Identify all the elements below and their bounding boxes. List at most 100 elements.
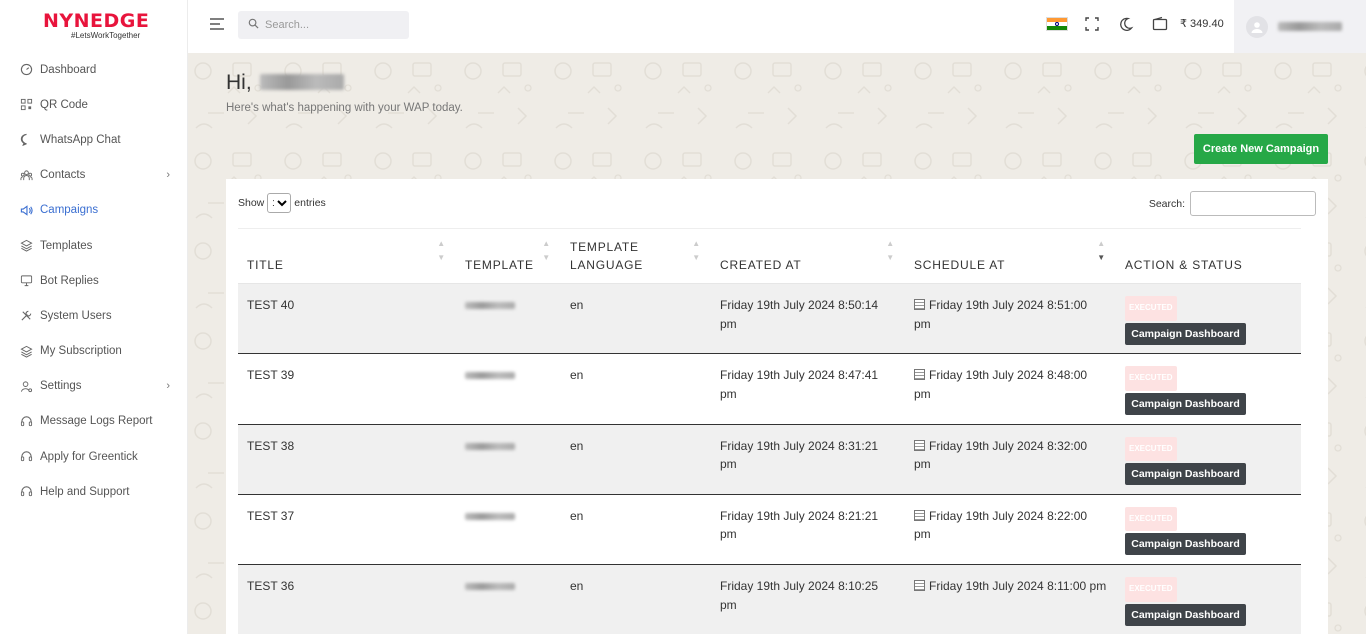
sidebar-item-label: Dashboard xyxy=(40,63,97,76)
sidebar-item-label: Help and Support xyxy=(40,485,130,498)
table-search-input[interactable] xyxy=(1190,191,1316,216)
brand-logo[interactable]: NYNEDGE #LetsWorkTogether xyxy=(43,11,153,43)
sidebar-item-templates[interactable]: Templates xyxy=(0,228,188,263)
sidebar-item-my-subscription[interactable]: My Subscription xyxy=(0,334,188,369)
table-row: TEST 36 en Friday 19th July 2024 8:10:25 p… xyxy=(238,564,1301,634)
column-header-created-at[interactable]: CREATED AT ▲ ▼ xyxy=(711,229,905,284)
sidebar-item-label: Templates xyxy=(40,239,93,252)
search-icon xyxy=(248,16,259,34)
sidebar-item-label: Message Logs Report xyxy=(40,415,153,428)
sidebar-item-system-users[interactable]: System Users xyxy=(0,298,188,333)
greeting: Hi, xyxy=(226,71,344,95)
campaign-dashboard-button[interactable]: Campaign Dashboard xyxy=(1125,603,1246,626)
wallet-icon[interactable] xyxy=(1152,16,1168,32)
layers-icon xyxy=(19,344,33,358)
fullscreen-icon[interactable] xyxy=(1084,16,1100,32)
campaigns-table: TITLE ▲ ▼ TEMPLATE ▲ ▼ TEMPLATE LANGUAGE ▲ ▼ C… xyxy=(238,228,1301,634)
calendar-icon xyxy=(914,299,925,310)
campaign-dashboard-button[interactable]: Campaign Dashboard xyxy=(1125,392,1246,415)
page-size-select[interactable]: 100 xyxy=(267,193,292,213)
cell-title: TEST 38 xyxy=(247,438,295,453)
sidebar-item-message-logs-report[interactable]: Message Logs Report xyxy=(0,404,188,439)
column-header-action-status: ACTION & STATUS xyxy=(1125,258,1243,272)
cell-created-at: Friday 19th July 2024 8:50:14 pm xyxy=(720,298,879,331)
table-body: TEST 40 en Friday 19th July 2024 8:50:14 p… xyxy=(238,283,1301,634)
sidebar-nav: Dashboard QR Code WhatsApp Chat Contacts › Ca… xyxy=(0,52,188,509)
monitor-icon xyxy=(19,274,33,288)
headset-icon xyxy=(19,450,33,464)
schedule-text: Friday 19th July 2024 8:22:00 pm xyxy=(914,508,1088,542)
search-input[interactable] xyxy=(265,19,405,31)
sort-icon: ▲ ▼ xyxy=(437,239,446,262)
calendar-icon xyxy=(914,439,925,451)
contacts-icon xyxy=(19,168,33,182)
column-header-schedule-at[interactable]: SCHEDULE AT ▲ ▼ xyxy=(905,229,1116,284)
cell-language: en xyxy=(570,438,584,453)
global-search[interactable] xyxy=(238,11,409,39)
cell-language: en xyxy=(570,579,584,594)
sidebar-item-whatsapp-chat[interactable]: WhatsApp Chat xyxy=(0,122,188,157)
schedule-text: Friday 19th July 2024 8:51:00 pm xyxy=(914,298,1088,331)
sidebar-item-help-and-support[interactable]: Help and Support xyxy=(0,474,188,509)
sidebar-item-label: Campaigns xyxy=(40,204,99,217)
cell-action-status: EXECUTED Campaign Dashboard xyxy=(1116,354,1301,424)
india-flag-icon[interactable] xyxy=(1046,17,1068,31)
user-menu[interactable] xyxy=(1234,0,1366,53)
tools-icon xyxy=(19,309,33,323)
cell-language: en xyxy=(570,368,584,383)
cell-schedule-at: Friday 19th July 2024 8:32:00 pm xyxy=(905,424,1116,494)
table-header-row: TITLE ▲ ▼ TEMPLATE ▲ ▼ TEMPLATE LANGUAGE ▲ ▼ C… xyxy=(238,228,1301,284)
greeting-text: Hi, xyxy=(226,71,252,94)
schedule-text: Friday 19th July 2024 8:48:00 pm xyxy=(914,368,1088,401)
campaign-dashboard-button[interactable]: Campaign Dashboard xyxy=(1125,533,1246,556)
sidebar-item-bot-replies[interactable]: Bot Replies xyxy=(0,263,188,298)
chat-bubble-icon xyxy=(19,133,33,147)
greeting-subtitle: Here's what's happening with your WAP to… xyxy=(226,102,463,114)
status-badge: EXECUTED xyxy=(1125,366,1177,391)
main-content: Hi, Here's what's happening with your WA… xyxy=(188,53,1366,634)
sidebar-item-dashboard[interactable]: Dashboard xyxy=(0,52,188,87)
calendar-icon xyxy=(914,580,925,592)
sidebar-item-contacts[interactable]: Contacts › xyxy=(0,158,188,193)
sidebar-item-qr-code[interactable]: QR Code xyxy=(0,87,188,122)
cell-language: en xyxy=(570,508,584,523)
megaphone-icon xyxy=(19,203,33,217)
sort-icon: ▲ ▼ xyxy=(692,239,701,262)
topbar: ₹ 349.40 xyxy=(188,0,1366,53)
table-row: TEST 38 en Friday 19th July 2024 8:31:21 p… xyxy=(238,424,1301,495)
qr-code-icon xyxy=(19,98,33,112)
sidebar-item-label: Contacts xyxy=(40,169,86,182)
sidebar-item-apply-for-greentick[interactable]: Apply for Greentick xyxy=(0,439,188,474)
chevron-right-icon: › xyxy=(166,379,170,392)
sidebar-item-label: System Users xyxy=(40,309,112,322)
entries-length-control: Show 100 entries xyxy=(238,193,326,213)
redacted-template-name xyxy=(465,512,515,520)
cell-title: TEST 40 xyxy=(247,298,295,312)
status-badge: EXECUTED xyxy=(1125,577,1177,602)
sort-desc-icon: ▲ ▼ xyxy=(1097,239,1106,262)
sidebar-item-campaigns[interactable]: Campaigns xyxy=(0,193,188,228)
cell-action-status: EXECUTED Campaign Dashboard xyxy=(1116,565,1301,634)
campaign-dashboard-button[interactable]: Campaign Dashboard xyxy=(1125,322,1246,345)
column-header-template[interactable]: TEMPLATE ▲ ▼ xyxy=(456,229,561,284)
sidebar-item-label: Bot Replies xyxy=(40,274,99,287)
menu-toggle-icon[interactable] xyxy=(209,17,225,31)
chevron-right-icon: › xyxy=(166,168,170,181)
brand-tagline: #LetsWorkTogether xyxy=(71,31,141,40)
sidebar-item-label: WhatsApp Chat xyxy=(40,133,121,146)
sidebar-item-label: My Subscription xyxy=(40,345,122,358)
cell-schedule-at: Friday 19th July 2024 8:48:00 pm xyxy=(905,354,1116,424)
column-header-title[interactable]: TITLE ▲ ▼ xyxy=(238,229,456,284)
column-header-template-language[interactable]: TEMPLATE LANGUAGE ▲ ▼ xyxy=(561,229,711,284)
create-campaign-button[interactable]: Create New Campaign xyxy=(1194,134,1328,164)
status-badge: EXECUTED xyxy=(1125,506,1177,532)
campaigns-table-card: Show 100 entries Search: TITLE ▲ ▼ TEMPLAT… xyxy=(226,179,1328,634)
cell-template xyxy=(456,354,561,424)
table-row: TEST 39 en Friday 19th July 2024 8:47:41 p… xyxy=(238,354,1301,425)
sidebar-item-settings[interactable]: Settings › xyxy=(0,369,188,404)
dark-mode-moon-icon[interactable] xyxy=(1118,16,1134,32)
redacted-template-name xyxy=(465,302,515,309)
campaign-dashboard-button[interactable]: Campaign Dashboard xyxy=(1125,463,1246,486)
table-row: TEST 37 en Friday 19th July 2024 8:21:21 p… xyxy=(238,494,1301,565)
schedule-text: Friday 19th July 2024 8:32:00 pm xyxy=(914,438,1088,472)
